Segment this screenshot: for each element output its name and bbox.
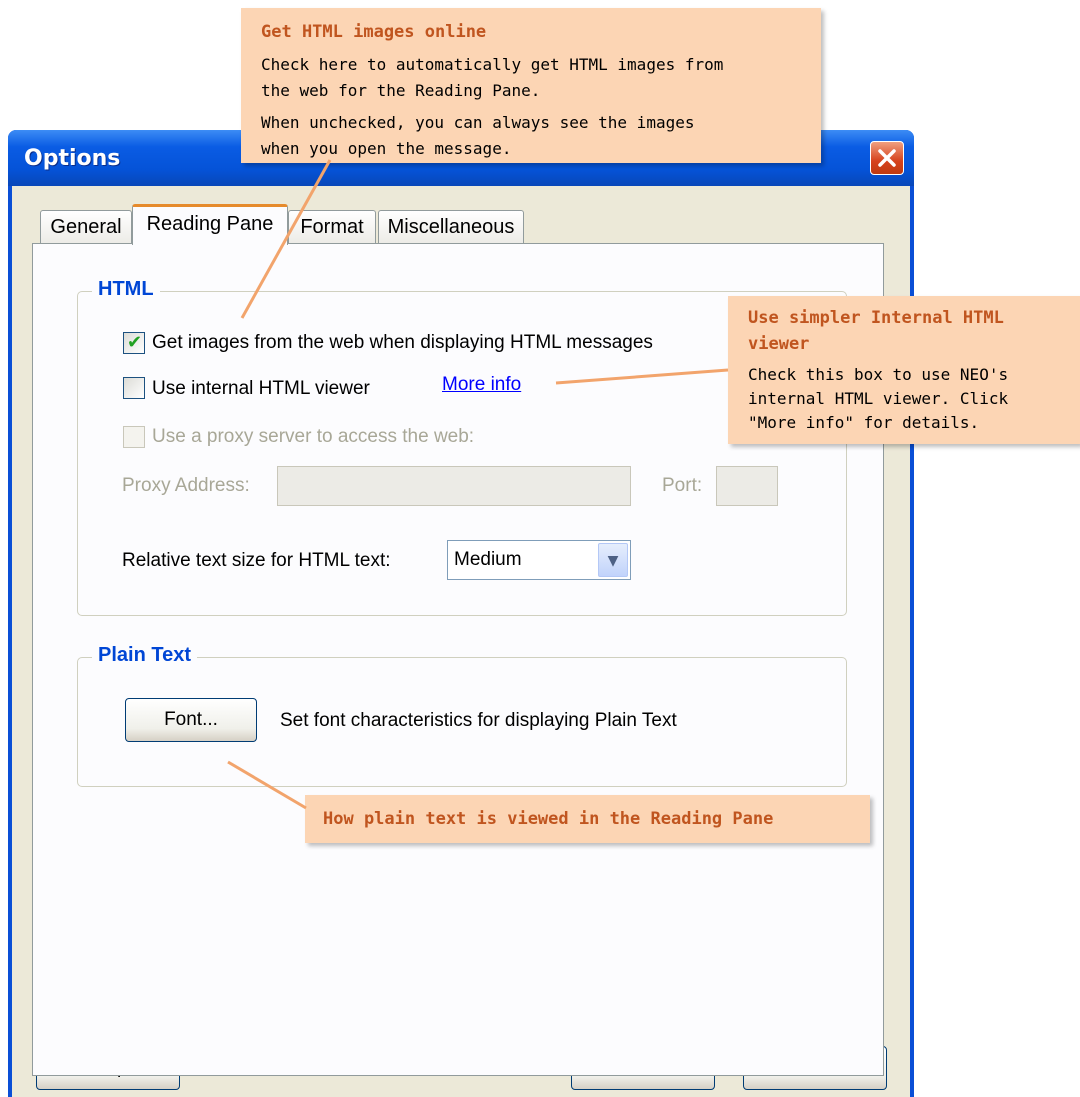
- tab-general[interactable]: General: [40, 210, 132, 244]
- callout-plain-text-title: How plain text is viewed in the Reading …: [323, 809, 774, 829]
- text-size-label: Relative text size for HTML text:: [122, 550, 391, 571]
- text-size-value: Medium: [454, 549, 522, 570]
- proxy-checkbox: [123, 426, 145, 448]
- callout-get-images-line4: when you open the message.: [261, 139, 512, 158]
- html-group-label: HTML: [92, 278, 160, 301]
- port-label: Port:: [662, 475, 703, 496]
- callout-internal-viewer-line2: internal HTML viewer. Click: [748, 389, 1009, 408]
- font-button[interactable]: Font...: [125, 698, 257, 742]
- get-images-label[interactable]: Get images from the web when displaying …: [152, 332, 653, 354]
- internal-viewer-checkbox[interactable]: [123, 377, 145, 399]
- text-size-select[interactable]: Medium ▼: [447, 540, 631, 580]
- callout-get-images-title: Get HTML images online: [261, 22, 487, 42]
- plain-text-group: Plain Text Font... Set font characterist…: [77, 644, 847, 787]
- close-icon: [878, 149, 896, 167]
- font-description: Set font characteristics for displaying …: [280, 710, 677, 731]
- callout-internal-viewer-title-1: Use simpler Internal HTML: [748, 308, 1004, 328]
- window-title: Options: [24, 146, 121, 171]
- callout-get-images-line1: Check here to automatically get HTML ima…: [261, 55, 724, 74]
- callout-get-images: Get HTML images online Check here to aut…: [241, 8, 821, 163]
- callout-plain-text: How plain text is viewed in the Reading …: [305, 795, 870, 843]
- callout-internal-viewer-line3: "More info" for details.: [748, 413, 980, 432]
- options-dialog: Options General Reading Pane Format Misc…: [8, 130, 914, 1097]
- chevron-down-icon[interactable]: ▼: [598, 543, 628, 577]
- port-field: [716, 466, 778, 506]
- callout-internal-viewer-title-2: viewer: [748, 334, 810, 354]
- callout-get-images-line2: the web for the Reading Pane.: [261, 81, 541, 100]
- get-images-checkbox[interactable]: ✔: [123, 332, 145, 354]
- callout-get-images-line3: When unchecked, you can always see the i…: [261, 113, 695, 132]
- proxy-label: Use a proxy server to access the web:: [152, 426, 475, 447]
- more-info-link[interactable]: More info: [442, 374, 521, 396]
- internal-viewer-label[interactable]: Use internal HTML viewer: [152, 378, 370, 400]
- callout-internal-viewer: Use simpler Internal HTML viewer Check t…: [728, 296, 1080, 444]
- proxy-address-field: [277, 466, 631, 506]
- proxy-address-label: Proxy Address:: [122, 475, 250, 496]
- callout-internal-viewer-line1: Check this box to use NEO's: [748, 365, 1009, 384]
- plain-text-group-label: Plain Text: [92, 644, 197, 667]
- checkmark-icon: ✔: [127, 332, 143, 353]
- tab-reading-pane[interactable]: Reading Pane: [132, 204, 288, 245]
- close-button[interactable]: [870, 141, 904, 175]
- tab-format[interactable]: Format: [288, 210, 376, 244]
- tab-miscellaneous[interactable]: Miscellaneous: [378, 210, 524, 244]
